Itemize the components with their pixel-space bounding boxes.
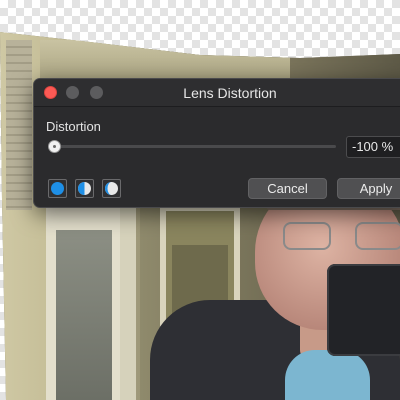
crescent-icon — [105, 182, 118, 195]
building-frieze — [40, 40, 290, 80]
distortion-slider-thumb[interactable] — [48, 140, 61, 153]
distortion-label: Distortion — [46, 119, 101, 134]
person-shirt — [285, 350, 370, 400]
mode-button-crescent[interactable] — [102, 179, 121, 198]
eyeglasses-right-lens — [355, 222, 400, 250]
distortion-value-field[interactable]: -100 % — [346, 136, 400, 158]
window-shutter — [6, 40, 32, 210]
distortion-slider-track[interactable] — [48, 145, 336, 148]
mode-button-full[interactable] — [48, 179, 67, 198]
dialog-titlebar[interactable]: Lens Distortion — [34, 79, 400, 107]
cancel-button[interactable]: Cancel — [248, 178, 327, 199]
mode-button-half[interactable] — [75, 179, 94, 198]
column — [120, 205, 136, 400]
half-circle-icon — [78, 182, 91, 195]
full-circle-icon — [51, 182, 64, 195]
window-glass — [56, 230, 112, 400]
dialog-title: Lens Distortion — [183, 85, 277, 101]
camera — [327, 264, 400, 356]
lens-distortion-dialog: Lens Distortion Distortion -100 % Cancel… — [33, 78, 400, 208]
eyeglasses-left-lens — [283, 222, 331, 250]
apply-button[interactable]: Apply — [337, 178, 400, 199]
